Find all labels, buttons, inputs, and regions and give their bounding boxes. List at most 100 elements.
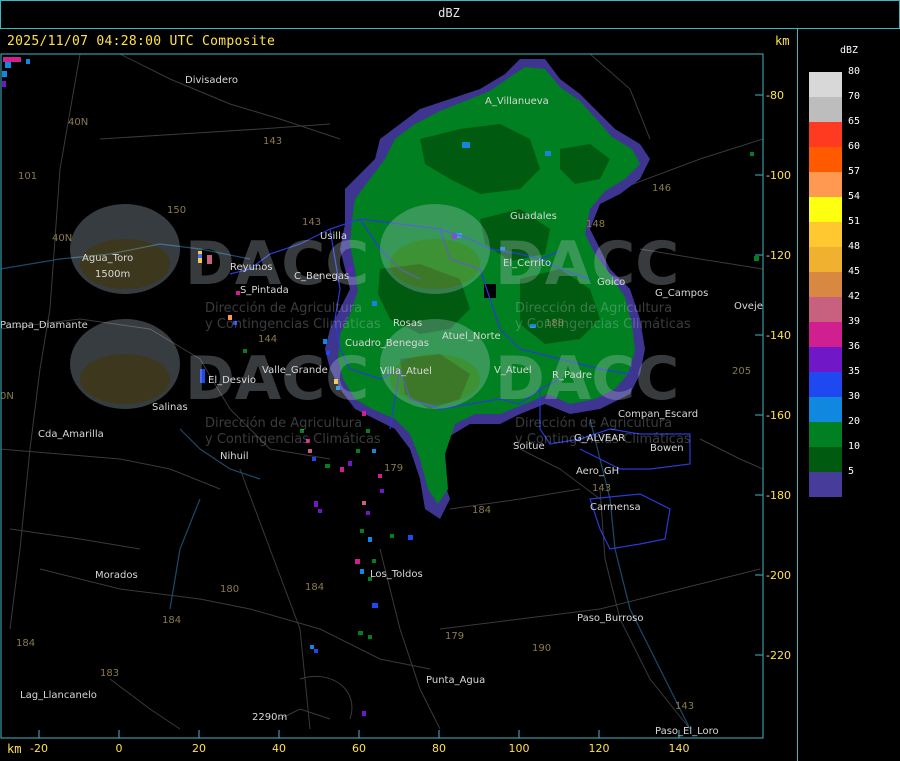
place-label: C_Benegas [294, 271, 349, 282]
svg-text:143: 143 [302, 217, 321, 228]
place-label: Lag_Llancanelo [20, 690, 97, 701]
svg-text:Dirección de Agricultura: Dirección de Agricultura [205, 416, 362, 431]
place-label: R_Padre [552, 370, 592, 381]
y-tick-label: -120 [766, 249, 791, 262]
x-axis-labels: -20 0 20 40 60 80 100 120 140 [30, 742, 689, 755]
place-label: Usilla [320, 231, 347, 242]
km-unit-label-bottom: km [7, 742, 22, 756]
place-label: Agua_Toro [82, 253, 133, 264]
place-label: Soitue [513, 441, 545, 452]
place-label: G_Campos [655, 288, 708, 299]
timestamp-label: 2025/11/07 04:28:00 UTC Composite [7, 34, 276, 49]
svg-text:146: 146 [652, 183, 671, 194]
svg-text:Dirección de Agricultura: Dirección de Agricultura [515, 301, 672, 316]
svg-text:143: 143 [592, 483, 611, 494]
place-label: Goico [597, 277, 625, 288]
x-tick-label: 20 [192, 742, 206, 755]
legend-swatch [809, 297, 842, 322]
place-label: 1500m [95, 269, 130, 280]
svg-text:101: 101 [18, 171, 37, 182]
x-tick-label: 0 [116, 742, 123, 755]
legend-swatch [809, 222, 842, 247]
place-label: Atuel_Norte [442, 331, 501, 342]
legend-swatch [809, 97, 842, 122]
legend-label: 57 [848, 166, 861, 177]
svg-text:y Contingencias Climáticas: y Contingencias Climáticas [205, 317, 381, 332]
svg-text:143: 143 [675, 701, 694, 712]
svg-text:184: 184 [305, 582, 324, 593]
radar-map[interactable]: 143 146 148 150 143 144 101 40N 40N 180 … [0, 29, 797, 761]
legend-title: dBZ [840, 45, 859, 56]
x-tick-label: 40 [272, 742, 286, 755]
svg-text:40N: 40N [52, 233, 72, 244]
km-unit-label: km [775, 34, 790, 48]
y-tick-label: -220 [766, 649, 791, 662]
legend-swatch [809, 147, 842, 172]
place-label: Aero_GH [576, 466, 619, 477]
legend-label: 51 [848, 216, 861, 227]
legend-label: 35 [848, 366, 861, 377]
place-label: Villa_Atuel [380, 366, 432, 377]
legend-swatch [809, 122, 842, 147]
x-axis-ticks [38, 730, 680, 738]
x-tick-label: 100 [509, 742, 530, 755]
svg-text:179: 179 [445, 631, 464, 642]
legend-swatch [809, 347, 842, 372]
place-label: Valle_Grande [262, 365, 328, 376]
y-tick-label: -80 [766, 89, 784, 102]
svg-text:y Contingencias Climáticas: y Contingencias Climáticas [515, 317, 691, 332]
svg-text:179: 179 [384, 463, 403, 474]
svg-text:0N: 0N [0, 391, 14, 402]
place-label: Carmensa [590, 502, 641, 513]
legend-label: 70 [848, 91, 861, 102]
x-tick-label: 80 [432, 742, 446, 755]
legend-swatch [809, 172, 842, 197]
legend-label: 36 [848, 341, 861, 352]
y-axis-ticks [755, 94, 763, 656]
color-legend: 80 70 65 60 57 54 51 48 45 42 39 36 35 30 20 10 5 [808, 66, 878, 497]
legend-swatch [809, 447, 842, 472]
svg-text:180: 180 [220, 584, 239, 595]
svg-text:40N: 40N [68, 117, 88, 128]
place-label: Bowen [650, 443, 684, 454]
svg-text:205: 205 [732, 366, 751, 377]
place-label: Ovejeria [734, 301, 776, 312]
legend-label: 39 [848, 316, 861, 327]
place-label: Salinas [152, 402, 188, 413]
legend-label: 42 [848, 291, 861, 302]
legend-label: 45 [848, 266, 861, 277]
legend-label: 48 [848, 241, 861, 252]
place-label: Punta_Agua [426, 675, 485, 686]
svg-text:183: 183 [100, 668, 119, 679]
y-tick-label: -180 [766, 489, 791, 502]
legend-label: 60 [848, 141, 861, 152]
y-tick-label: -140 [766, 329, 791, 342]
place-label: El_Cerrito [503, 258, 551, 269]
y-tick-label: -100 [766, 169, 791, 182]
legend-swatch [809, 422, 842, 447]
svg-text:184: 184 [472, 505, 491, 516]
place-label: Pampa_Diamante [0, 320, 88, 331]
svg-text:190: 190 [532, 643, 551, 654]
place-label: Cda_Amarilla [38, 429, 104, 440]
svg-text:150: 150 [167, 205, 186, 216]
place-label: A_Villanueva [485, 96, 549, 107]
x-tick-label: -20 [30, 742, 48, 755]
legend-label: 5 [848, 466, 855, 477]
legend-label: 65 [848, 116, 861, 127]
place-label: Nihuil [220, 451, 249, 462]
place-label: Divisadero [185, 75, 238, 86]
place-label: Paso_Burroso [577, 613, 644, 624]
svg-text:Dirección de Agricultura: Dirección de Agricultura [205, 301, 362, 316]
legend-label: 30 [848, 391, 861, 402]
legend-swatch [809, 272, 842, 297]
place-label: G_ALVEAR [574, 433, 625, 444]
place-label: 2290m [252, 712, 287, 723]
x-tick-label: 120 [589, 742, 610, 755]
place-label: V_Atuel [494, 365, 532, 376]
legend-label: 54 [848, 191, 861, 202]
place-label: Cuadro_Benegas [345, 338, 429, 349]
y-axis-labels: -80 -100 -120 -140 -160 -180 -200 -220 [766, 89, 791, 662]
legend-swatch [809, 247, 842, 272]
place-label: Paso_El_Loro [655, 726, 719, 737]
